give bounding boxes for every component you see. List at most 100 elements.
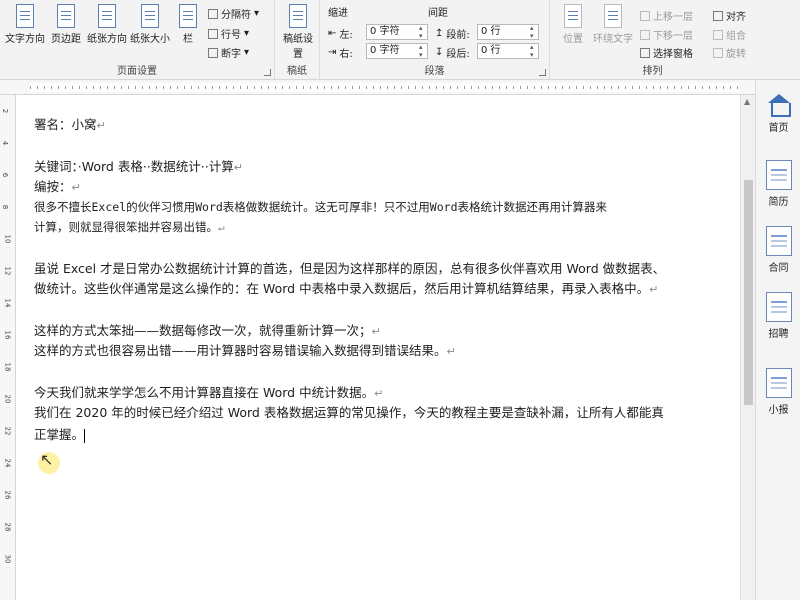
text-cursor (84, 428, 86, 443)
document-page[interactable]: 署名：小窝↵ 关键词：·Word 表格··数据统计··计算↵ 编按：↵ 很多不擅… (16, 95, 740, 600)
vertical-ruler-number: 10 (3, 234, 12, 244)
vertical-scrollbar[interactable]: ▲ (740, 95, 755, 600)
document-line: 虽说 Excel 才是日常办公数据统计计算的首选，但是因为这样那样的原因，总有很… (34, 261, 666, 276)
indent-left-icon: ⇤ (328, 28, 337, 39)
document-line: 关键词：·Word 表格··数据统计··计算↵ (34, 159, 243, 174)
bring-forward-icon (640, 10, 650, 21)
page-size-icon (141, 4, 159, 28)
vertical-ruler-number: 26 (3, 490, 12, 500)
indent-left-input[interactable]: 0 字符 (366, 24, 428, 40)
indent-right-icon: ⇥ (328, 47, 337, 58)
vertical-ruler-number: 24 (3, 458, 12, 468)
vertical-ruler-number: 30 (3, 554, 12, 564)
resume-icon (765, 160, 792, 190)
page-setup-title: 页面设置 (117, 66, 157, 77)
poster-icon (765, 368, 792, 398)
ribbon: 文字方向 页边距 纸张方向 纸张大小 栏 分隔符 ▾ 行号 ▾ 断字 ▾ 页面设… (0, 0, 800, 80)
bring-forward-button[interactable]: 上移一层 (640, 8, 693, 23)
orientation-icon (98, 4, 116, 28)
send-backward-button[interactable]: 下移一层 (640, 27, 693, 42)
manuscript-group: 稿纸设置 稿纸 (275, 0, 320, 80)
document-line: 编按：↵ (34, 179, 81, 194)
vertical-ruler[interactable]: 2 4 6 8 10 12 14 16 18 20 22 24 26 28 30 (0, 95, 16, 600)
wrap-text-button[interactable]: 环绕文字 (590, 4, 636, 45)
document-line: 做统计。这些伙伴通常是这么操作的：在 Word 中表格中录入数据后，然后用计算机… (34, 281, 659, 296)
horizontal-ruler[interactable] (0, 80, 755, 95)
send-backward-icon (640, 29, 650, 40)
horizontal-ruler-scale (30, 83, 740, 92)
indent-right-input[interactable]: 0 字符 (366, 43, 428, 59)
orientation-button[interactable]: 纸张方向 (85, 4, 129, 45)
selection-pane-icon (640, 47, 650, 58)
align-button[interactable]: 对齐 (713, 8, 746, 23)
breaks-button[interactable]: 分隔符 ▾ (208, 6, 259, 21)
size-button[interactable]: 纸张大小 (128, 4, 172, 45)
breaks-icon (208, 8, 218, 19)
indent-right-label: ⇥ 右: (328, 47, 353, 60)
rotate-icon (713, 47, 723, 58)
paragraph-group: 缩进 间距 ⇤左: 0 字符 ⇥右: 0 字符 ↥段前: 0 行 ↧段后: 0 … (320, 0, 550, 80)
document-line: 今天我们就来学学怎么不用计算器直接在 Word 中统计数据。↵ (34, 385, 384, 400)
side-item-resume[interactable]: 简历 (756, 160, 800, 208)
vertical-ruler-number: 22 (3, 426, 12, 436)
spacing-after-icon: ↧ (435, 47, 444, 58)
vertical-ruler-number: 4 (1, 140, 10, 146)
vertical-ruler-number: 8 (1, 204, 10, 210)
recruit-icon (765, 292, 792, 322)
document-line: 署名：小窝↵ (34, 117, 106, 132)
spacing-after-label: ↧ 段后: (435, 47, 470, 60)
text-direction-button[interactable]: 文字方向 (2, 4, 48, 45)
columns-icon (179, 4, 197, 28)
document-line: 正掌握。 (34, 427, 86, 443)
side-item-contract[interactable]: 合同 (756, 226, 800, 274)
paragraph-launcher[interactable] (539, 69, 546, 76)
group-button[interactable]: 组合 (713, 27, 746, 42)
indent-left-label: ⇤ 左: (328, 28, 353, 41)
scrollbar-thumb[interactable] (744, 180, 753, 405)
position-icon (564, 4, 582, 28)
spacing-after-input[interactable]: 0 行 (477, 43, 539, 59)
hyphenation-icon (208, 47, 218, 58)
spacing-before-icon: ↥ (435, 28, 444, 39)
hyphenation-button[interactable]: 断字 ▾ (208, 45, 249, 60)
side-item-home[interactable]: 首页 (756, 94, 800, 134)
vertical-ruler-number: 2 (1, 108, 10, 114)
paragraph-title: 段落 (424, 66, 445, 77)
vertical-ruler-number: 16 (3, 330, 12, 340)
rotate-button[interactable]: 旋转 (713, 45, 746, 60)
page-setup-launcher[interactable] (264, 69, 271, 76)
mouse-pointer-icon (38, 450, 60, 474)
page-setup-group: 文字方向 页边距 纸张方向 纸张大小 栏 分隔符 ▾ 行号 ▾ 断字 ▾ 页面设… (0, 0, 275, 80)
columns-button[interactable]: 栏 (174, 4, 202, 45)
align-icon (713, 10, 723, 21)
position-button[interactable]: 位置 (556, 4, 590, 45)
manuscript-settings-button[interactable]: 稿纸设置 (279, 4, 317, 60)
document-line: 计算，则就显得很笨拙并容易出错。↵ (34, 220, 225, 234)
vertical-ruler-number: 20 (3, 394, 12, 404)
arrange-title: 排列 (642, 66, 663, 77)
manuscript-icon (289, 4, 307, 28)
side-item-recruit[interactable]: 招聘 (756, 292, 800, 340)
spacing-before-input[interactable]: 0 行 (477, 24, 539, 40)
spacing-label: 间距 (428, 8, 448, 19)
group-icon (713, 29, 723, 40)
indent-label: 缩进 (328, 8, 348, 19)
margins-icon (57, 4, 75, 28)
vertical-ruler-number: 14 (3, 298, 12, 308)
document-line: 这样的方式也很容易出错——用计算器时容易错误输入数据得到错误结果。↵ (34, 343, 456, 358)
document-line: 这样的方式太笨拙——数据每修改一次，就得重新计算一次；↵ (34, 323, 381, 338)
margins-button[interactable]: 页边距 (48, 4, 84, 45)
home-icon (766, 94, 792, 117)
arrange-group: 位置 环绕文字 上移一层 下移一层 选择窗格 对齐 组合 旋转 排列 (550, 0, 755, 80)
manuscript-title: 稿纸 (287, 66, 307, 77)
scroll-up-icon[interactable]: ▲ (744, 97, 750, 106)
document-line: 很多不擅长Excel的伙伴习惯用Word表格做数据统计。这无可厚非！只不过用Wo… (34, 200, 608, 214)
selection-pane-button[interactable]: 选择窗格 (640, 45, 693, 60)
line-numbers-button[interactable]: 行号 ▾ (208, 26, 249, 41)
wrap-text-icon (604, 4, 622, 28)
vertical-ruler-number: 6 (1, 172, 10, 178)
side-item-poster[interactable]: 小报 (756, 368, 800, 416)
vertical-ruler-number: 12 (3, 266, 12, 276)
document-line: 我们在 2020 年的时候已经介绍过 Word 表格数据运算的常见操作，今天的教… (34, 405, 664, 420)
spacing-before-label: ↥ 段前: (435, 28, 470, 41)
